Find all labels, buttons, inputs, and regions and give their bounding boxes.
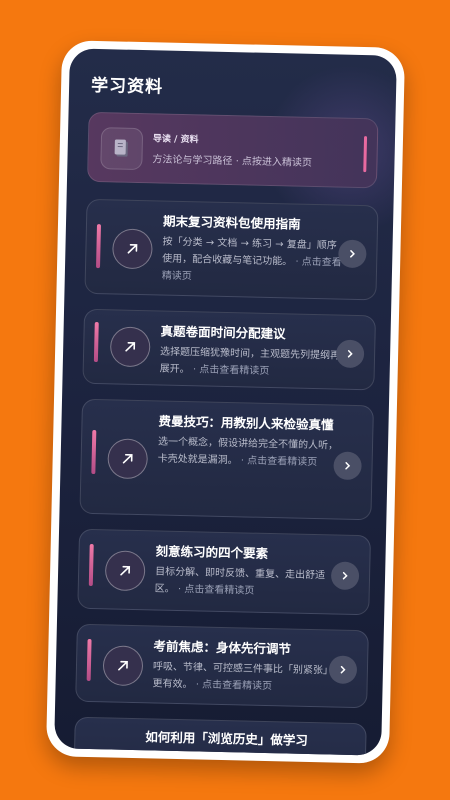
page-title: 学习资料 (90, 75, 164, 98)
arrow-up-right-icon (102, 645, 144, 687)
article-title: 刻意练习的四个要素 (155, 543, 269, 562)
article-title: 真题卷面时间分配建议 (160, 323, 286, 342)
article-summary: 目标分解、即时反馈、重复、走出舒适区。 · 点击查看精读页 (155, 563, 336, 601)
article-title: 费曼技巧：用教别人来检验真懂 (158, 413, 334, 433)
chevron-right-icon[interactable] (328, 655, 358, 685)
article-title: 如何利用「浏览历史」做学习 (145, 729, 309, 748)
article-hint: · 点击查看精读页 (195, 679, 273, 693)
nav-description: 方法论与学习路径 · 点按进入精读页 (152, 154, 313, 169)
card-accent-bar (86, 638, 92, 682)
article-hint: · 点击查看精读页 (240, 455, 318, 469)
article-card[interactable]: 刻意练习的四个要素 目标分解、即时反馈、重复、走出舒适区。 · 点击查看精读页 (77, 528, 372, 616)
chevron-right-icon[interactable] (338, 239, 367, 269)
chevron-right-icon[interactable] (335, 339, 365, 369)
chevron-right-icon[interactable] (330, 561, 360, 591)
arrow-up-right-icon (107, 438, 149, 480)
article-hint: · 点击查看精读页 (177, 583, 255, 597)
book-icon (100, 127, 144, 171)
app-screen: 学习资料 导读 / 资料 方法论与学习路径 · 点按进入精读页 期末复习资料包使… (54, 48, 397, 756)
arrow-up-right-icon (109, 326, 151, 368)
phone-frame: 学习资料 导读 / 资料 方法论与学习路径 · 点按进入精读页 期末复习资料包使… (45, 40, 406, 764)
nav-accent-bar (363, 136, 368, 173)
article-card[interactable]: 期末复习资料包使用指南 按「分类 → 文档 → 练习 → 复盘」顺序使用，配合收… (84, 198, 379, 301)
article-summary: 按「分类 → 文档 → 练习 → 复盘」顺序使用，配合收藏与笔记功能。 · 点击… (162, 234, 343, 289)
article-summary: 选一个概念，假设讲给完全不懂的人听，卡壳处就是漏洞。 · 点击查看精读页 (157, 433, 339, 471)
arrow-up-right-icon (112, 228, 153, 270)
card-accent-bar (91, 429, 97, 475)
article-summary: 选择题压缩犹豫时间，主观题先列提纲再展开。 · 点击查看精读页 (160, 344, 341, 382)
chevron-right-icon[interactable] (333, 451, 362, 481)
article-title: 考前焦虑：身体先行调节 (153, 638, 292, 657)
article-card[interactable]: 真题卷面时间分配建议 选择题压缩犹豫时间，主观题先列提纲再展开。 · 点击查看精… (82, 308, 377, 391)
article-hint: · 点击查看精读页 (192, 364, 270, 377)
card-accent-bar (96, 224, 102, 269)
card-accent-bar (93, 322, 99, 363)
article-card[interactable]: 如何利用「浏览历史」做学习 (73, 716, 367, 756)
nav-kicker: 导读 / 资料 (152, 134, 199, 146)
card-accent-bar (88, 543, 94, 587)
article-title: 期末复习资料包使用指南 (162, 213, 301, 232)
article-summary: 呼吸、节律、可控感三件事比「别紧张」更有效。 · 点击查看精读页 (152, 658, 333, 696)
arrow-up-right-icon (104, 550, 146, 592)
guide-nav-card[interactable]: 导读 / 资料 方法论与学习路径 · 点按进入精读页 (86, 111, 379, 189)
article-card[interactable]: 费曼技巧：用教别人来检验真懂 选一个概念，假设讲给完全不懂的人听，卡壳处就是漏洞… (79, 398, 374, 521)
article-card[interactable]: 考前焦虑：身体先行调节 呼吸、节律、可控感三件事比「别紧张」更有效。 · 点击查… (75, 623, 369, 709)
